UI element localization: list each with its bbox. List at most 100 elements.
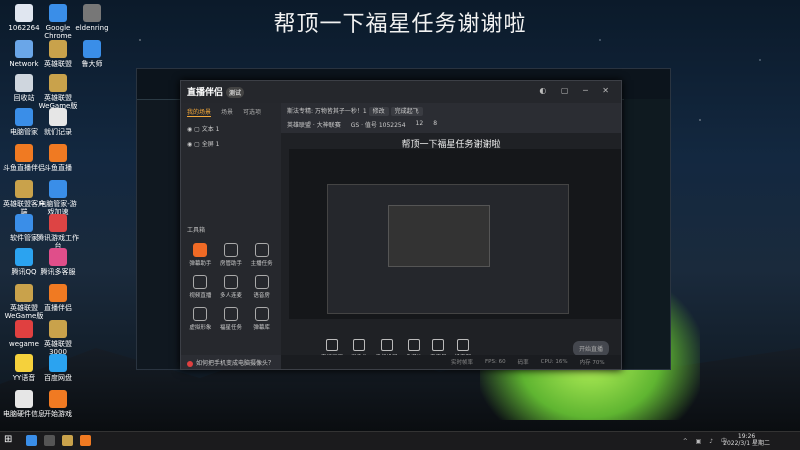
file-explorer-taskbar-icon[interactable] [44,435,55,446]
app-icon [49,284,67,302]
camera-tip-icon [187,360,193,367]
tool-label: 多人连麦 [219,293,242,299]
desktop-icon-label: 开始游戏 [44,410,72,418]
stream-info-header: 斯法专精: 万物皆其子一秒！1 修改 完成起飞 英雄联盟 · 大神联赛 GS · … [281,103,621,133]
app-icon [49,108,67,126]
tool-label: 弹幕库 [253,325,270,331]
control-icon [456,339,469,351]
toolbox-item[interactable]: 多人连麦 [216,275,247,299]
tool-icon [223,275,238,289]
desktop-icon[interactable]: 直播伴侣 [36,284,80,312]
control-icon [407,339,420,351]
app-icon [15,74,33,92]
toolbox-title: 工具箱 [187,227,206,234]
app-icon [15,108,33,126]
chrome-taskbar-icon[interactable] [26,435,37,446]
toolbox-item[interactable]: 语音房 [246,275,277,299]
toolbox-item[interactable]: 弹幕助手 [185,243,216,267]
nested-preview-inner [388,205,490,267]
desktop-icon-label: 直播伴侣 [44,304,72,312]
control-icon [326,339,338,351]
stream-meta-row: 英雄联盟 · 大神联赛 GS · 值号 1052254 12 8 [287,120,615,129]
desktop-icon[interactable]: 斗鱼直播 [36,144,80,172]
tool-label: 视频直播 [189,293,212,299]
app-icon [15,248,33,266]
stream-meta-item: 英雄联盟 · 大神联赛 [287,122,341,129]
app-icon [49,248,67,266]
status-item: FPS: 60 [485,359,506,365]
live-assistant-taskbar-icon[interactable] [80,435,91,446]
desktop-icon[interactable]: eldenring [70,4,114,32]
tool-label: 福星任务 [219,325,242,331]
window-controls[interactable]: ◐ ▢ ─ ✕ [539,86,615,95]
toolbox-grid: 弹幕助手 房管助手 主播任务视频直播 多人连麦 语音房虚拟形象 福星任务 弹幕库 [185,243,277,331]
desktop-icon[interactable]: 就们记录 [36,108,80,136]
live-assistant-window[interactable]: 直播伴侣 测试 ◐ ▢ ─ ✕ 我的场景 场景 可选项 ◉ ▢ 文本 1 ◉ ▢ 全屏 … [180,80,622,370]
toolbox-item[interactable]: 主播任务 [246,243,277,267]
scene-item[interactable]: ◉ ▢ 全屏 1 [181,136,281,151]
desktop-icon[interactable]: 英雄联盟 WeGame版 [36,74,80,110]
desktop-icon[interactable]: 开始游戏 [36,390,80,418]
app-icon [15,180,33,198]
desktop-icon[interactable]: 电脑管家-游戏加速 [36,180,80,216]
desktop-icon[interactable]: 腾讯游戏工作台 [36,214,80,250]
scene-tab[interactable]: 可选项 [243,107,261,117]
desktop-icon[interactable]: 腾讯多客服 [36,248,80,276]
tool-icon [254,275,269,289]
app-icon [49,390,67,408]
taskbar: ⊞ ^ ▣ ♪ 中 19:26 2022/3/1 星期二 [0,431,800,450]
desktop-icon-label: 就们记录 [44,128,72,136]
app-icon [83,40,101,58]
app-icon [49,40,67,58]
status-item: 内存 70% [579,360,605,366]
stream-title: 斯法专精: 万物皆其子一秒！1 [287,108,367,115]
tool-icon [193,275,208,289]
app-icon [15,4,33,22]
edit-button[interactable]: 修改 [368,107,389,116]
stream-meta-item: 12 [415,120,424,127]
desktop-icon-label: 百度网盘 [44,374,72,382]
toolbox-item[interactable]: 福星任务 [216,307,247,331]
live-preview[interactable] [289,149,621,319]
camera-tip[interactable]: 如何把手机变成电脑摄像头？ [187,358,274,367]
start-live-button[interactable]: 开始直播 [572,341,609,356]
app-icon [15,320,33,338]
toolbox-item[interactable]: 房管助手 [216,243,247,267]
control-icon [353,339,366,351]
tool-icon [193,243,208,257]
desktop-icon-label: 斗鱼直播 [44,164,72,172]
desktop-icon-label: 腾讯多客服 [40,268,76,276]
app-logo: 直播伴侣 测试 [187,85,245,98]
app-icon [49,4,67,22]
toolbox-item[interactable]: 视频直播 [185,275,216,299]
desktop-icon-label: eldenring [75,24,109,32]
app-icon [15,40,33,58]
taskbar-clock[interactable]: 19:26 2022/3/1 星期二 [723,433,770,447]
toolbox-item[interactable]: 弹幕库 [246,307,277,331]
scene-list: ◉ ▢ 文本 1 ◉ ▢ 全屏 1 [181,121,281,151]
app-icon [15,390,33,408]
app-icon [15,354,33,372]
scene-panel: 我的场景 场景 可选项 ◉ ▢ 文本 1 ◉ ▢ 全屏 1 工具箱 弹幕助手 房管助手 主… [181,103,281,355]
lol-taskbar-icon[interactable] [62,435,73,446]
stream-overlay-title: 帮顶一下福星任务谢谢啦 [273,12,527,37]
app-icon [49,354,67,372]
status-item: 实时帧率 [451,360,474,366]
preview-pane: 斯法专精: 万物皆其子一秒！1 修改 完成起飞 英雄联盟 · 大神联赛 GS · … [281,103,621,361]
toolbox-item[interactable]: 虚拟形象 [185,307,216,331]
scene-tab[interactable]: 场景 [221,107,233,117]
app-icon [83,4,101,22]
tool-icon [223,307,238,321]
scene-item[interactable]: ◉ ▢ 文本 1 [181,121,281,136]
desktop-icon[interactable]: 百度网盘 [36,354,80,382]
windows-icon[interactable]: ⊞ [4,435,14,445]
desktop-icon[interactable]: 英雄联盟 3000 [36,320,80,356]
scene-tab[interactable]: 我的场景 [187,107,212,117]
version-badge: 测试 [226,87,245,98]
tool-label: 房管助手 [219,261,242,267]
app-icon [49,144,67,162]
category-button[interactable]: 完成起飞 [390,107,423,116]
tool-label: 主播任务 [250,261,273,267]
status-item: CPU: 16% [540,359,568,365]
desktop-icon[interactable]: 鲁大师 [70,40,114,68]
